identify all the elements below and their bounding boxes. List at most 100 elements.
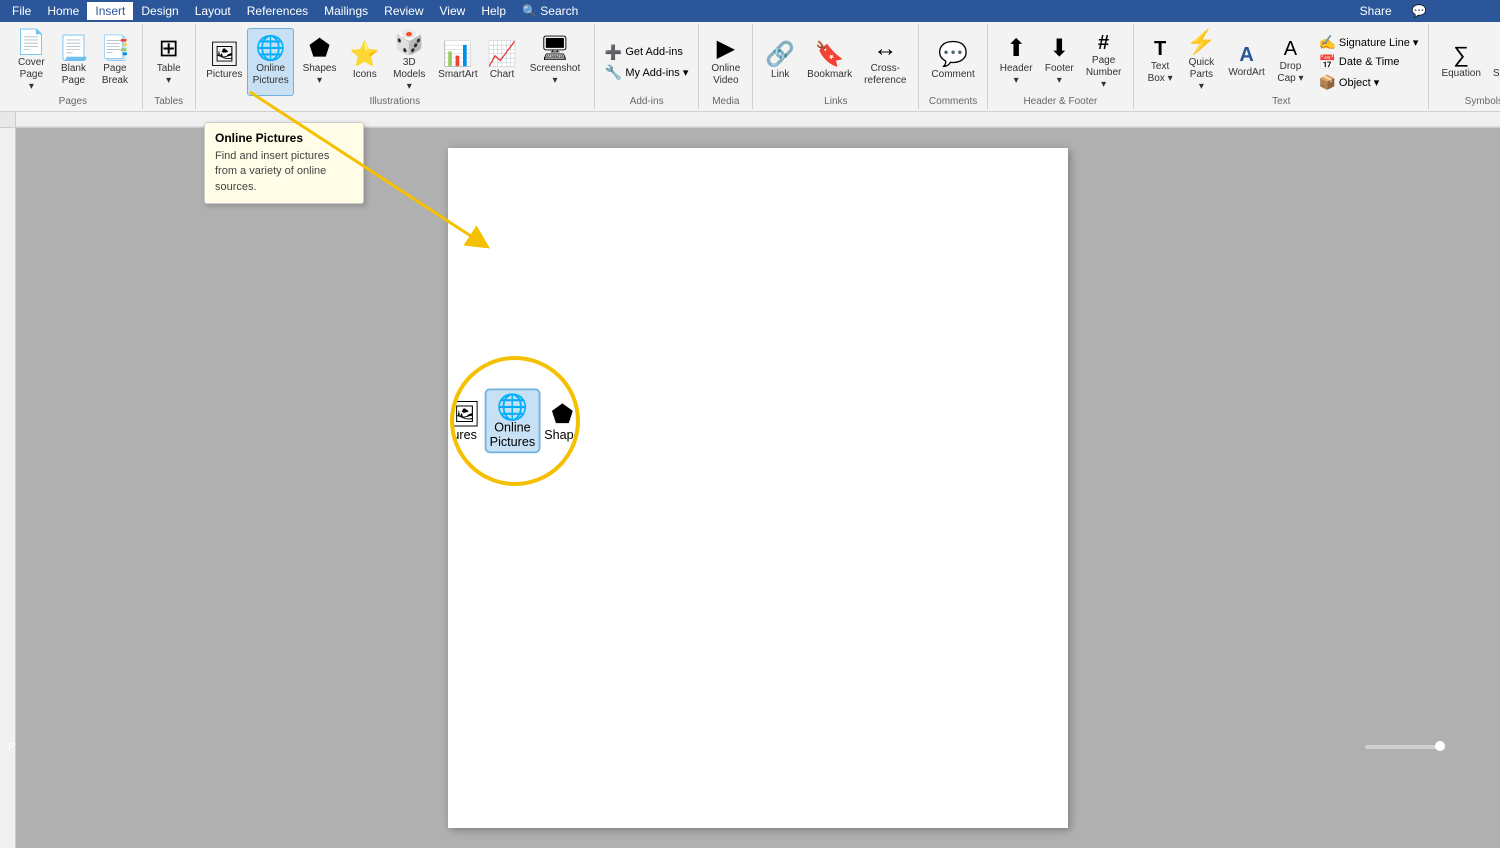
- get-addins-button[interactable]: ➕ Get Add-ins: [601, 42, 692, 62]
- 3d-models-icon: 🎲: [394, 31, 424, 55]
- pictures-label: Pictures: [206, 69, 242, 81]
- cover-page-button[interactable]: 📄 CoverPage ▾: [10, 28, 53, 96]
- my-addins-icon: 🔧: [605, 64, 622, 81]
- object-button[interactable]: 📦 Object ▾: [1314, 72, 1422, 92]
- blank-page-icon: 📃: [59, 37, 89, 61]
- menubar: File Home Insert Design Layout Reference…: [0, 0, 1500, 22]
- wordart-icon: A: [1239, 45, 1253, 65]
- page-number-button[interactable]: # PageNumber ▾: [1080, 28, 1127, 96]
- ribbon-group-illustrations: 🖼 Pictures 🌐 OnlinePictures ⬟ Shapes ▾ ⭐…: [196, 24, 595, 109]
- blank-page-button[interactable]: 📃 BlankPage: [53, 28, 94, 96]
- ribbon-group-links: 🔗 Link 🔖 Bookmark ↔ Cross-reference Link…: [753, 24, 919, 109]
- menu-home[interactable]: Home: [39, 2, 87, 20]
- cross-reference-button[interactable]: ↔ Cross-reference: [858, 28, 912, 96]
- 3d-models-button[interactable]: 🎲 3DModels ▾: [385, 28, 434, 96]
- app-body: 🖼 ures 🌐 OnlinePictures ⬟ Shape: [0, 112, 1500, 736]
- ribbon-group-symbols: ∑ Equation Ω Symbol Symbols: [1429, 24, 1500, 109]
- cross-reference-icon: ↔: [873, 37, 897, 61]
- equation-button[interactable]: ∑ Equation: [1435, 28, 1486, 96]
- online-pictures-button[interactable]: 🌐 OnlinePictures: [247, 28, 294, 96]
- links-group-label: Links: [824, 96, 847, 109]
- menu-insert[interactable]: Insert: [87, 2, 133, 20]
- ribbon-group-addins: ➕ Get Add-ins 🔧 My Add-ins ▾ Add-ins: [595, 24, 699, 109]
- header-label: Header ▾: [1000, 63, 1033, 87]
- menu-layout[interactable]: Layout: [187, 2, 239, 20]
- share-button[interactable]: Share: [1348, 0, 1404, 22]
- zoom-annotation-circle: 🖼 ures 🌐 OnlinePictures ⬟ Shape: [450, 356, 580, 486]
- 3d-models-label: 3DModels ▾: [391, 57, 428, 93]
- menu-references[interactable]: References: [239, 2, 316, 20]
- symbols-group-label: Symbols: [1465, 96, 1500, 109]
- page-break-label: PageBreak: [102, 63, 128, 87]
- menu-design[interactable]: Design: [133, 2, 186, 20]
- equation-icon: ∑: [1453, 44, 1469, 66]
- media-group-label: Media: [712, 96, 739, 109]
- ribbon-group-text: T TextBox ▾ ⚡ QuickParts ▾ A WordArt A D…: [1134, 24, 1429, 109]
- object-label: Object ▾: [1339, 76, 1379, 89]
- online-video-label: OnlineVideo: [711, 63, 740, 87]
- pictures-icon: 🖼: [209, 43, 239, 67]
- pictures-button[interactable]: 🖼 Pictures: [202, 28, 247, 96]
- zoom-shapes: ⬟ Shape: [545, 399, 580, 442]
- menu-mailings[interactable]: Mailings: [316, 2, 376, 20]
- shapes-icon: ⬟: [309, 37, 330, 61]
- cover-page-label: CoverPage ▾: [16, 57, 47, 93]
- page-number-icon: #: [1098, 33, 1109, 53]
- online-pictures-label: OnlinePictures: [253, 63, 289, 87]
- tooltip-description: Find and insert pictures from a variety …: [215, 149, 353, 195]
- my-addins-label: My Add-ins ▾: [625, 66, 688, 79]
- ribbon: 📄 CoverPage ▾ 📃 BlankPage 📑 PageBreak Pa…: [0, 22, 1500, 112]
- text-box-label: TextBox ▾: [1148, 61, 1173, 85]
- ribbon-group-tables: ⊞ Table ▾ Tables: [143, 24, 196, 109]
- zoom-online-pictures: 🌐 OnlinePictures: [485, 388, 541, 453]
- link-button[interactable]: 🔗 Link: [759, 28, 801, 96]
- link-label: Link: [771, 69, 789, 81]
- drop-cap-button[interactable]: A DropCap ▾: [1270, 28, 1310, 96]
- screenshot-button[interactable]: 🖥 Screenshot ▾: [522, 28, 588, 96]
- wordart-label: WordArt: [1228, 67, 1265, 79]
- menu-search[interactable]: 🔍 Search: [514, 2, 586, 20]
- tooltip: Online Pictures Find and insert pictures…: [204, 122, 364, 204]
- smartart-button[interactable]: 📊 SmartArt: [434, 28, 482, 96]
- text-box-button[interactable]: T TextBox ▾: [1140, 28, 1180, 96]
- get-addins-label: Get Add-ins: [625, 46, 682, 58]
- icons-icon: ⭐: [350, 43, 380, 67]
- date-time-button[interactable]: 📅 Date & Time: [1314, 52, 1422, 72]
- header-icon: ⬆: [1006, 37, 1026, 61]
- shapes-button[interactable]: ⬟ Shapes ▾: [294, 28, 344, 96]
- date-time-icon: 📅: [1318, 54, 1335, 71]
- comments-group-label: Comments: [929, 96, 977, 109]
- ribbon-group-header-footer: ⬆ Header ▾ ⬇ Footer ▾ # PageNumber ▾ Hea…: [988, 24, 1134, 109]
- online-video-button[interactable]: ▶ OnlineVideo: [705, 28, 746, 96]
- smartart-icon: 📊: [443, 43, 473, 67]
- menu-review[interactable]: Review: [376, 2, 431, 20]
- icons-button[interactable]: ⭐ Icons: [345, 28, 385, 96]
- signature-line-button[interactable]: ✍ Signature Line ▾: [1314, 32, 1422, 52]
- comment-label: Comment: [931, 69, 974, 81]
- page-break-button[interactable]: 📑 PageBreak: [94, 28, 135, 96]
- symbol-button[interactable]: Ω Symbol: [1487, 28, 1500, 96]
- chart-icon: 📈: [487, 43, 517, 67]
- table-button[interactable]: ⊞ Table ▾: [149, 28, 189, 96]
- equation-label: Equation: [1441, 68, 1480, 80]
- object-icon: 📦: [1318, 74, 1335, 91]
- bookmark-button[interactable]: 🔖 Bookmark: [801, 28, 858, 96]
- footer-button[interactable]: ⬇ Footer ▾: [1039, 28, 1081, 96]
- header-footer-group-label: Header & Footer: [1023, 96, 1097, 109]
- wordart-button[interactable]: A WordArt: [1223, 28, 1271, 96]
- bookmark-label: Bookmark: [807, 69, 852, 81]
- link-icon: 🔗: [765, 43, 795, 67]
- signature-line-label: Signature Line ▾: [1339, 36, 1419, 49]
- page-break-icon: 📑: [100, 37, 130, 61]
- chart-button[interactable]: 📈 Chart: [482, 28, 522, 96]
- comment-button[interactable]: 💬 Comment: [925, 28, 980, 96]
- quick-parts-button[interactable]: ⚡ QuickParts ▾: [1180, 28, 1223, 96]
- pages-group-label: Pages: [59, 96, 87, 109]
- my-addins-button[interactable]: 🔧 My Add-ins ▾: [601, 62, 692, 82]
- menu-file[interactable]: File: [4, 2, 39, 20]
- comments-button[interactable]: 💬 Comments: [1412, 4, 1488, 18]
- menu-view[interactable]: View: [432, 2, 474, 20]
- canvas-area: 🖼 ures 🌐 OnlinePictures ⬟ Shape: [16, 128, 1500, 848]
- menu-help[interactable]: Help: [473, 2, 514, 20]
- header-button[interactable]: ⬆ Header ▾: [994, 28, 1039, 96]
